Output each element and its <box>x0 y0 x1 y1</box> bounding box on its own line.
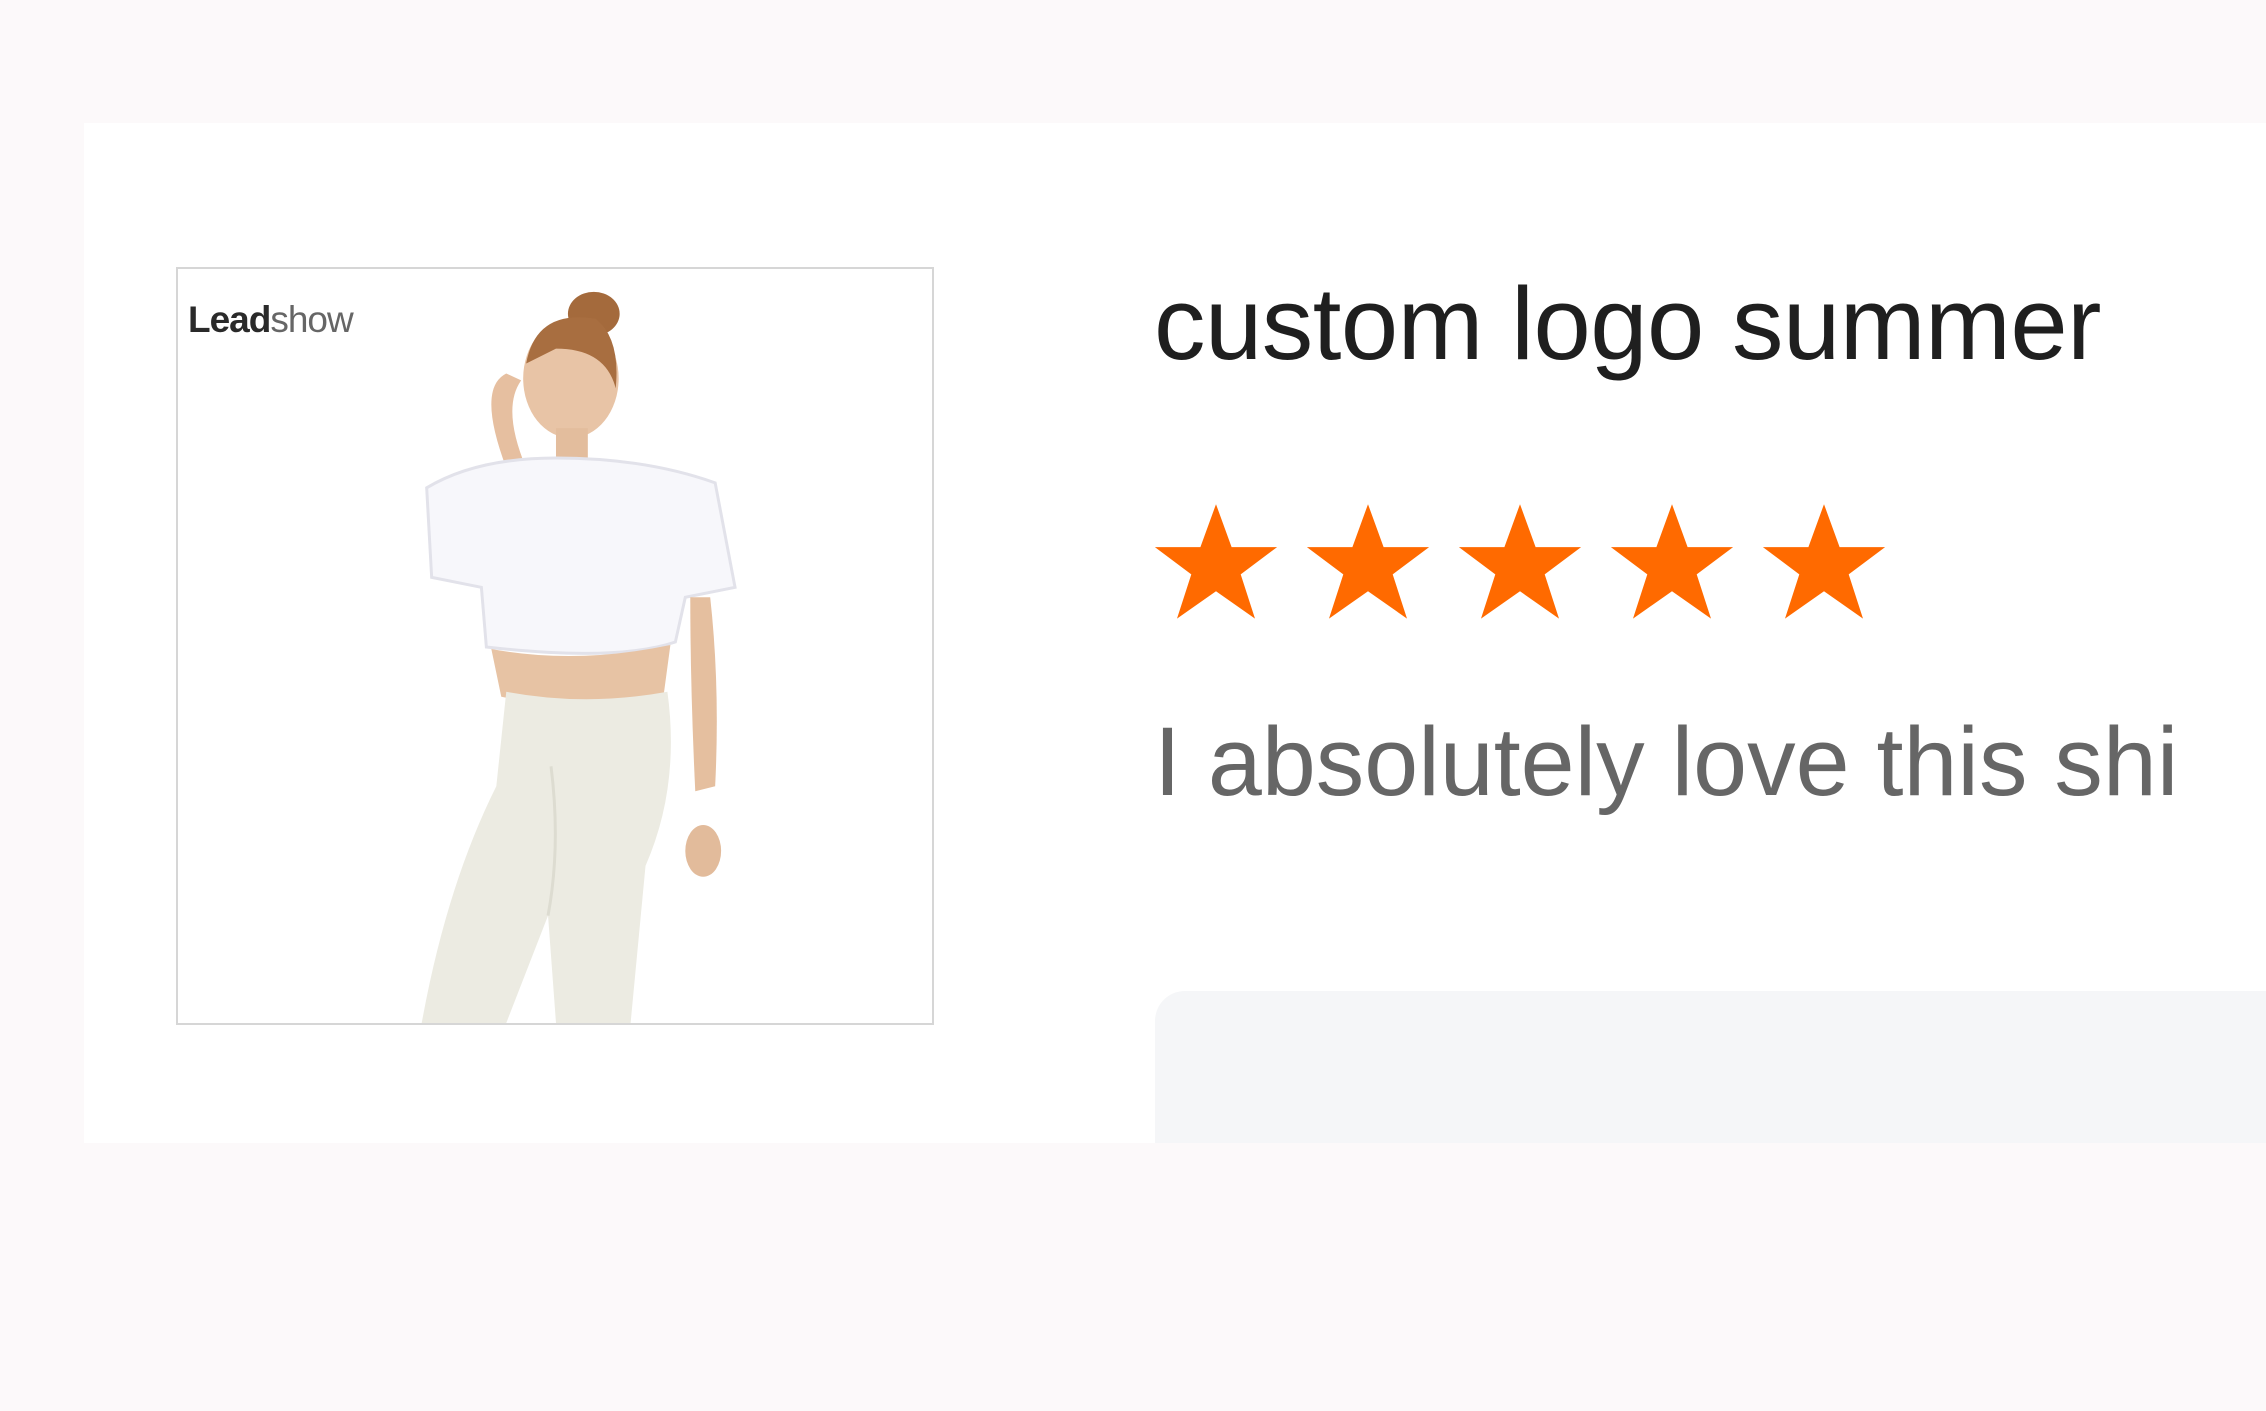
star-icon <box>1151 499 1303 629</box>
product-photo <box>178 269 932 1023</box>
star-icon <box>1759 499 1911 629</box>
star-rating <box>1151 499 1911 629</box>
brand-logo: Leadshow <box>188 299 354 340</box>
review-text: I absolutely love this shi <box>1154 707 2179 816</box>
product-thumbnail[interactable]: Leadshow <box>176 267 934 1025</box>
star-icon <box>1303 499 1455 629</box>
star-icon <box>1607 499 1759 629</box>
review-card: Leadshow custom logo summer I absolutely… <box>84 123 2266 1143</box>
star-icon <box>1455 499 1607 629</box>
reply-panel <box>1155 991 2266 1143</box>
product-title[interactable]: custom logo summer <box>1154 265 2101 383</box>
